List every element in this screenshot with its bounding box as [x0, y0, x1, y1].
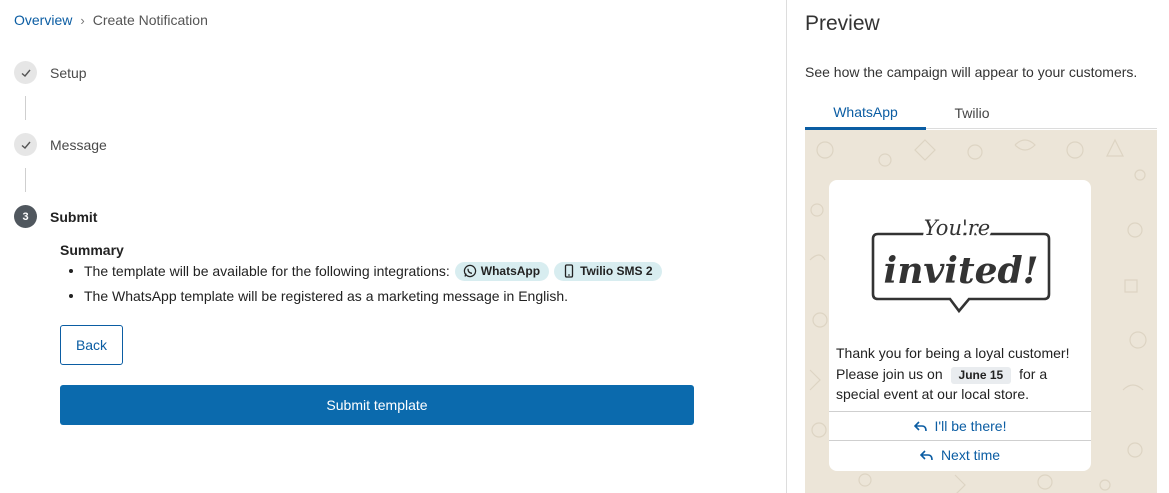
step-connector	[25, 168, 26, 192]
date-variable-chip: June 15	[950, 366, 1012, 384]
summary-list: The template will be available for the f…	[66, 260, 662, 310]
quick-reply-label: Next time	[940, 447, 1001, 463]
message-bubble: You're invited! Thank you for being a lo…	[829, 180, 1091, 471]
reply-icon	[913, 420, 927, 431]
quick-reply-button[interactable]: Next time	[829, 440, 1091, 469]
svg-text:You're: You're	[924, 216, 990, 240]
summary-item-integrations: The template will be available for the f…	[66, 260, 662, 282]
youre-invited-image: You're invited!	[871, 213, 1051, 314]
message-body: Thank you for being a loyal customer! Pl…	[836, 343, 1086, 405]
svg-text:invited!: invited!	[884, 250, 1039, 292]
tab-twilio[interactable]: Twilio	[926, 96, 1018, 129]
quick-reply-label: I'll be there!	[934, 418, 1007, 434]
summary-title: Summary	[60, 242, 124, 258]
preview-title: Preview	[805, 12, 880, 35]
step-connector	[25, 96, 26, 120]
breadcrumb: Overview › Create Notification	[14, 12, 208, 28]
summary-registration-text: The WhatsApp template will be registered…	[84, 288, 569, 304]
summary-integrations-text: The template will be available for the f…	[84, 263, 450, 279]
step-message-label: Message	[50, 136, 107, 153]
submit-template-button[interactable]: Submit template	[60, 385, 694, 425]
whatsapp-icon	[463, 264, 476, 278]
preview-description: See how the campaign will appear to your…	[805, 64, 1138, 80]
check-icon	[14, 61, 37, 84]
quick-reply-button[interactable]: I'll be there!	[829, 411, 1091, 440]
back-button[interactable]: Back	[60, 325, 123, 365]
step-setup[interactable]: Setup	[14, 61, 87, 84]
step-submit: 3 Submit	[14, 205, 97, 228]
step-message[interactable]: Message	[14, 133, 107, 156]
check-icon	[14, 133, 37, 156]
step-setup-label: Setup	[50, 64, 87, 81]
tab-whatsapp[interactable]: WhatsApp	[805, 96, 926, 130]
breadcrumb-overview-link[interactable]: Overview	[14, 12, 72, 28]
twilio-integration-chip: Twilio SMS 2	[554, 261, 662, 281]
summary-item-registration: The WhatsApp template will be registered…	[66, 285, 662, 307]
whatsapp-integration-chip: WhatsApp	[454, 261, 550, 281]
preview-tabs: WhatsApp Twilio	[805, 96, 1157, 130]
reply-icon	[919, 449, 933, 460]
chevron-right-icon: ›	[80, 12, 85, 28]
step-number-badge: 3	[14, 205, 37, 228]
whatsapp-chat-background: You're invited! Thank you for being a lo…	[805, 130, 1157, 493]
step-submit-label: Submit	[50, 208, 98, 225]
pane-divider	[786, 0, 787, 493]
breadcrumb-current: Create Notification	[92, 12, 208, 28]
whatsapp-chip-label: WhatsApp	[480, 264, 541, 278]
twilio-chip-label: Twilio SMS 2	[580, 264, 653, 278]
mobile-phone-icon	[564, 264, 574, 278]
